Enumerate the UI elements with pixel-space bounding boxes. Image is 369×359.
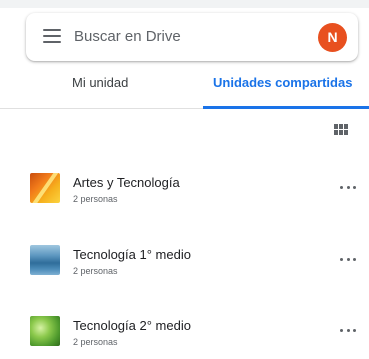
drive-name: Tecnología 1° medio: [73, 247, 191, 262]
drive-thumbnail: [30, 245, 60, 275]
list-item[interactable]: Tecnología 2° medio 2 personas: [0, 301, 369, 359]
drive-members: 2 personas: [73, 266, 118, 276]
list-item[interactable]: Artes y Tecnología 2 personas: [0, 158, 369, 216]
drive-members: 2 personas: [73, 194, 118, 204]
drive-name: Tecnología 2° medio: [73, 318, 191, 333]
search-input[interactable]: Buscar en Drive: [74, 27, 181, 47]
tab-mi-unidad[interactable]: Mi unidad: [72, 74, 128, 92]
drive-members: 2 personas: [73, 337, 118, 347]
menu-icon[interactable]: [43, 29, 61, 43]
more-options-icon[interactable]: [340, 329, 356, 333]
more-options-icon[interactable]: [340, 258, 356, 262]
drive-name: Artes y Tecnología: [73, 175, 180, 190]
tab-unidades-compartidas[interactable]: Unidades compartidas: [213, 74, 352, 92]
grid-view-icon[interactable]: [334, 124, 348, 136]
status-strip: [0, 0, 369, 8]
more-options-icon[interactable]: [340, 186, 356, 190]
list-item[interactable]: Tecnología 1° medio 2 personas: [0, 230, 369, 288]
active-tab-indicator: [203, 106, 369, 109]
tab-bar: Mi unidad Unidades compartidas: [0, 66, 369, 109]
drive-thumbnail: [30, 173, 60, 203]
drive-thumbnail: [30, 316, 60, 346]
search-bar[interactable]: Buscar en Drive N: [26, 13, 358, 61]
avatar[interactable]: N: [318, 23, 347, 52]
